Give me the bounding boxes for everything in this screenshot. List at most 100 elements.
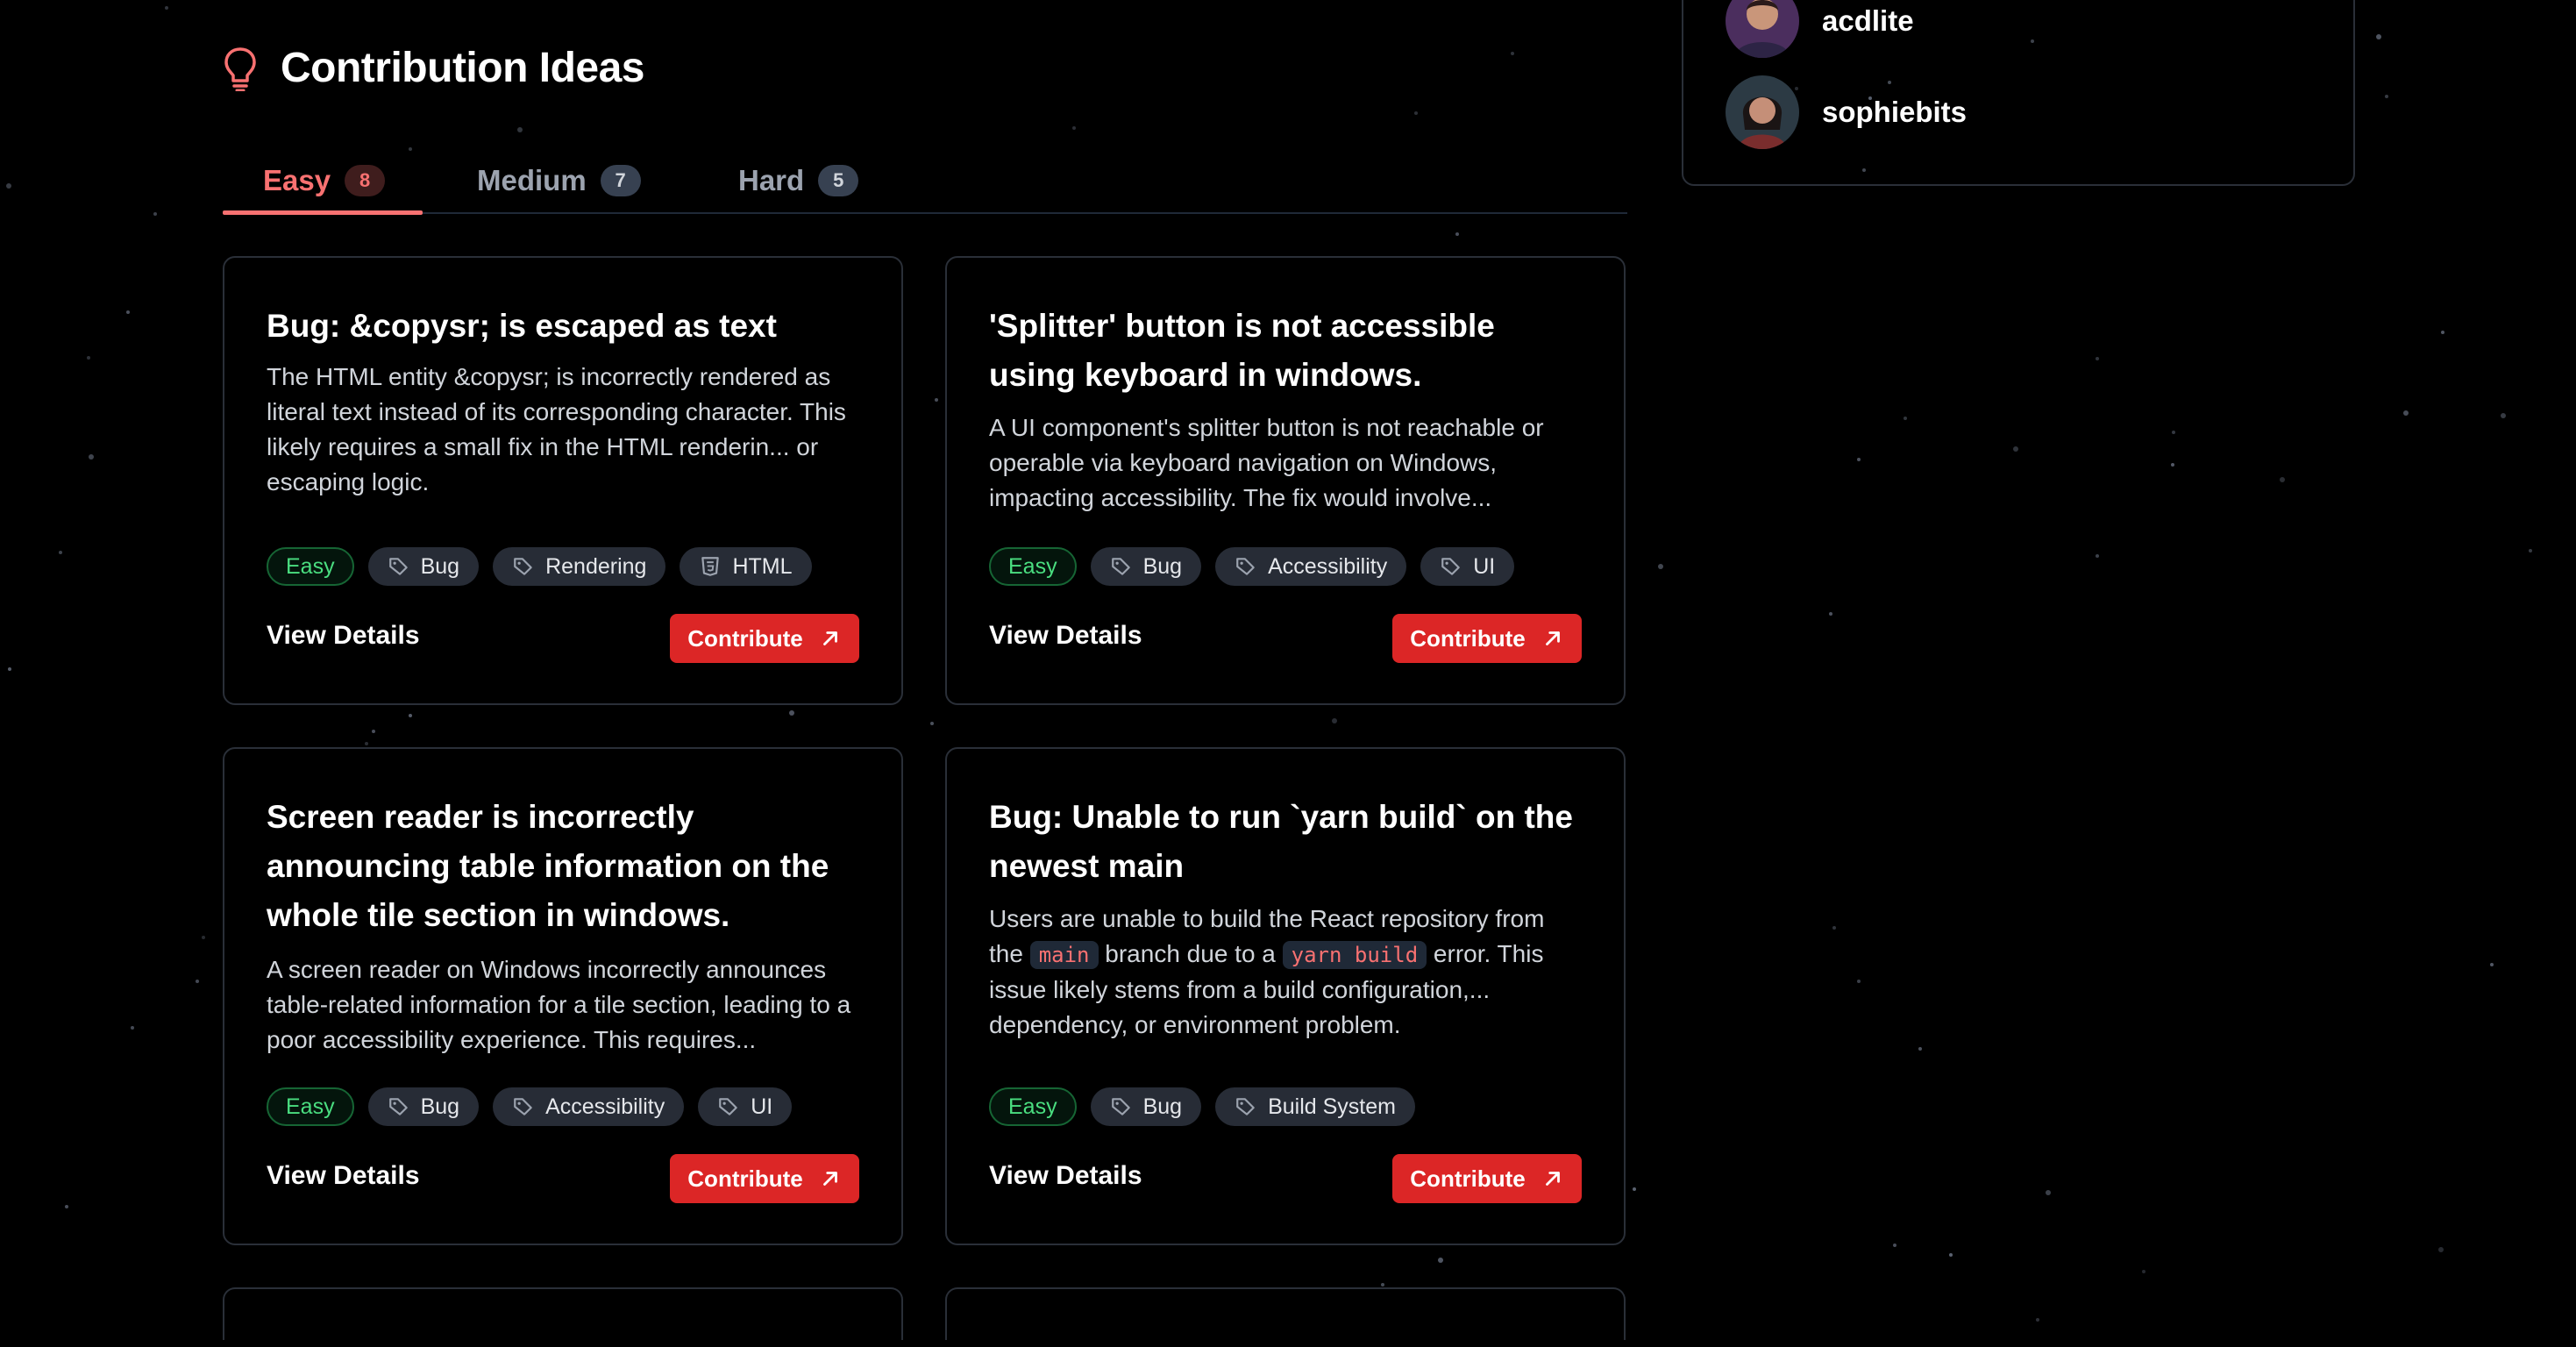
tag-label: Bug [1142,1094,1183,1119]
card-title: Bug: Unable to run `yarn build` on the n… [989,799,1573,884]
difficulty-badge: Easy [989,547,1077,586]
star-dot [1633,1187,1636,1191]
star-dot [2013,446,2018,452]
tag-icon [388,1098,408,1115]
idea-card: 'Splitter' button is not accessible usin… [945,256,1626,705]
tag-label: Bug [420,553,460,579]
html5-icon [701,557,720,576]
view-details-link[interactable]: View Details [989,1161,1142,1191]
star-dot [126,310,130,314]
difficulty-badge: Easy [989,1087,1077,1126]
tag-icon [1111,1098,1130,1115]
star-dot [1658,564,1663,569]
tag-chip: Build System [1215,1087,1415,1126]
inline-code: main [1029,941,1099,969]
contributors-panel: acdlite sophiebits [1682,0,2355,186]
app-root: Contribution Ideas Easy 8 Medium 7 Hard … [0,0,2576,1347]
tag-icon [1236,1098,1255,1115]
star-dot [2280,477,2285,482]
tag-icon [514,1098,532,1115]
view-details-link[interactable]: View Details [267,621,420,651]
tag-chip: Bug [367,1087,480,1126]
star-dot [1904,417,1907,420]
tag-icon [388,558,408,575]
tag-chip: HTML [680,547,812,586]
star-dot [2172,431,2175,434]
star-dot [2501,413,2506,418]
contribute-label: Contribute [1410,624,1526,652]
idea-card: Bug: &copysr; is escaped as text The HTM… [223,256,903,705]
tag-label: Bug [1142,553,1183,579]
star-dot [2096,357,2099,360]
contribute-button[interactable]: Contribute [1392,614,1582,663]
star-dot [1332,718,1337,723]
contribute-button[interactable]: Contribute [670,614,859,663]
star-dot [1857,458,1861,461]
tag-label: HTML [732,553,793,579]
tag-icon [1111,558,1130,575]
star-dot [89,454,94,460]
contributor-name: sophiebits [1822,96,1968,128]
card-description: A screen reader on Windows incorrectly a… [267,956,851,1053]
contribute-label: Contribute [687,1165,803,1192]
tag-icon [1236,558,1255,575]
tag-label: Build System [1268,1094,1396,1119]
star-dot [165,6,168,10]
card-title: Bug: &copysr; is escaped as text [267,308,777,344]
star-dot [8,667,11,671]
idea-card: Bug: Unable to run `yarn build` on the n… [945,747,1626,1245]
star-dot [2438,1247,2444,1252]
tag-chip: Accessibility [493,1087,685,1126]
tag-chip: Bug [367,547,480,586]
arrow-up-right-icon [1545,631,1560,645]
star-dot [2403,410,2409,416]
arrow-up-right-icon [822,631,837,645]
star-dot [2096,554,2099,558]
star-dot [1438,1258,1443,1263]
tag-chip: Bug [1090,547,1202,586]
card-title: Screen reader is incorrectly announcing … [267,799,829,933]
tag-icon [719,1098,737,1115]
contribute-button[interactable]: Contribute [1392,1154,1582,1203]
star-dot [6,183,11,189]
contributor-name: acdlite [1822,4,1914,37]
tab-easy[interactable]: Easy 8 [263,147,386,214]
tag-chip: Bug [1090,1087,1202,1126]
tab-label: Medium [477,164,587,196]
tab-count-badge: 8 [345,165,386,196]
inline-code: yarn build [1282,941,1427,969]
star-dot [2046,1190,2051,1195]
tag-chip: UI [698,1087,793,1126]
tag-label: UI [751,1094,773,1119]
star-dot [789,710,794,716]
tab-label: Hard [738,164,805,196]
tag-list: Easy Bug Rendering HTML [267,547,812,586]
idea-card-partial [945,1287,1626,1340]
star-dot [1829,612,1832,616]
contributor-item[interactable]: acdlite [1726,0,1914,58]
tag-label: Bug [420,1094,460,1119]
lightbulb-icon [224,46,256,91]
tag-list: Easy Bug Accessibility UI [267,1087,793,1126]
star-dot [153,212,157,216]
card-title: 'Splitter' button is not accessible usin… [989,308,1495,393]
star-dot [2171,463,2174,467]
star-dot [930,722,934,725]
tab-medium[interactable]: Medium 7 [477,147,641,214]
view-details-link[interactable]: View Details [989,621,1142,651]
avatar [1726,0,1799,58]
star-dot [1381,1283,1384,1286]
contribute-button[interactable]: Contribute [670,1154,859,1203]
idea-card-partial [223,1287,903,1340]
arrow-up-right-icon [822,1172,837,1186]
tab-hard[interactable]: Hard 5 [738,147,859,214]
star-dot [517,127,523,132]
avatar [1726,75,1799,149]
tag-chip: UI [1420,547,1515,586]
avatar-image [1726,0,1799,58]
star-dot [2529,549,2532,552]
view-details-link[interactable]: View Details [267,1161,420,1191]
contributor-item[interactable]: sophiebits [1726,75,1967,149]
star-dot [2385,95,2388,98]
tag-label: Accessibility [545,1094,665,1119]
